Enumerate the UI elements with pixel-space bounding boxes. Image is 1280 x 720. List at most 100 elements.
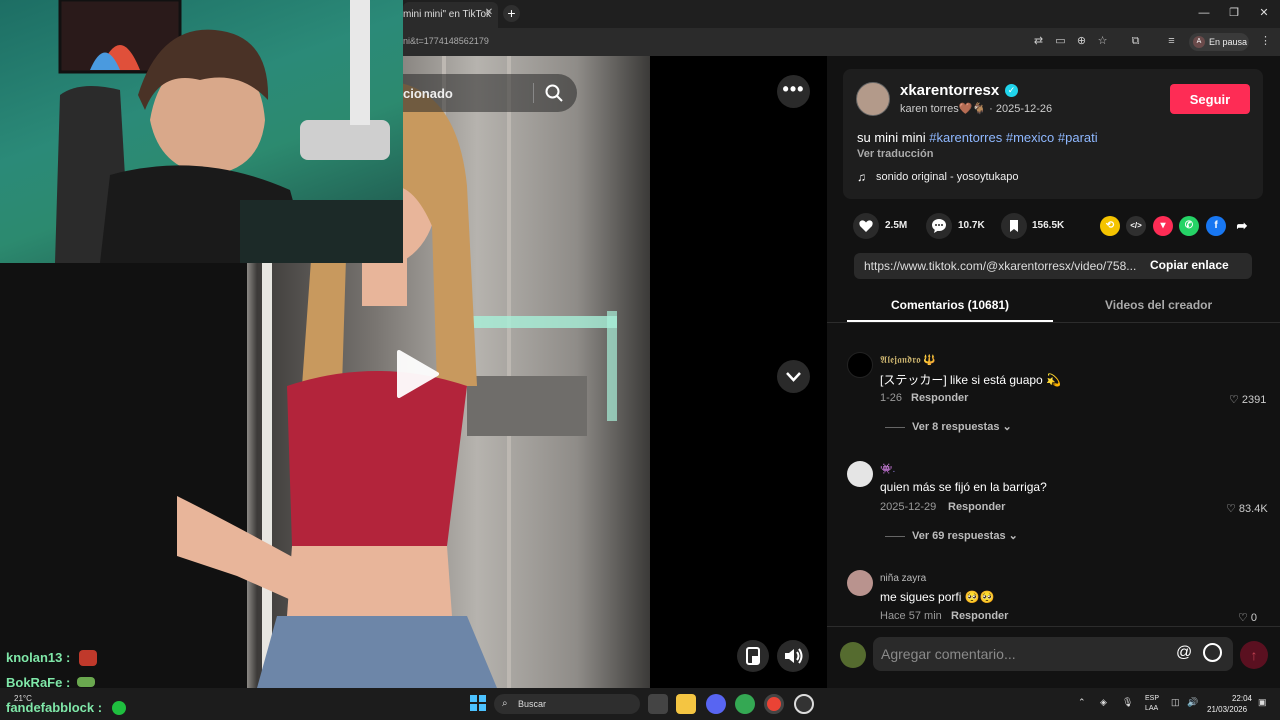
hashtag-link[interactable]: #mexico xyxy=(1006,130,1054,145)
post-date: · 2025-12-26 xyxy=(989,103,1053,115)
see-translation-link[interactable]: Ver traducción xyxy=(857,148,933,160)
network-icon[interactable]: ◈ xyxy=(1100,697,1107,708)
view-replies-label: Ver 69 respuestas xyxy=(912,530,1006,542)
picture-in-picture-button[interactable] xyxy=(737,640,769,672)
view-replies-button[interactable]: Ver 8 respuestas ⌄ xyxy=(912,420,1012,433)
reply-button[interactable]: Responder xyxy=(948,501,1005,513)
save-count: 156.5K xyxy=(1032,220,1065,231)
comment-like-count: 0 xyxy=(1250,612,1258,624)
hashtag-link[interactable]: #parati xyxy=(1058,130,1098,145)
comment-avatar[interactable] xyxy=(847,352,873,378)
wifi-icon[interactable]: ◫ xyxy=(1171,697,1180,708)
search-icon: ⌕ xyxy=(502,698,508,709)
minimize-icon[interactable]: — xyxy=(1197,6,1211,20)
view-replies-label: Ver 8 respuestas xyxy=(912,421,1000,433)
comment-button[interactable] xyxy=(926,213,952,239)
post-caption: su mini mini #karentorres #mexico #parat… xyxy=(857,130,1098,145)
comment-date: 2025-12-29 xyxy=(880,501,937,513)
file-explorer-icon[interactable] xyxy=(676,694,696,714)
video-search-text: cionado xyxy=(403,86,453,101)
author-avatar[interactable] xyxy=(856,82,890,116)
new-tab-icon[interactable]: + xyxy=(503,5,520,22)
keyboard-language[interactable]: ESP xyxy=(1145,695,1159,702)
clock-date[interactable]: 21/03/2026 xyxy=(1207,705,1247,714)
reply-button[interactable]: Responder xyxy=(951,610,1008,622)
user-avatar xyxy=(840,642,866,668)
discord-icon[interactable] xyxy=(706,694,726,714)
caption-text: su mini mini xyxy=(857,130,926,145)
follow-button[interactable]: Seguir xyxy=(1170,84,1250,114)
play-icon[interactable] xyxy=(395,348,441,400)
browser-menu-icon[interactable]: ⋮ xyxy=(1258,34,1273,49)
webcam-overlay xyxy=(0,0,403,263)
repost-icon[interactable]: ⟲ xyxy=(1100,216,1120,236)
tab-comments[interactable]: Comentarios (10681) xyxy=(891,298,1009,312)
media-control-icon[interactable]: ≡ xyxy=(1164,34,1179,49)
tray-chevron-icon[interactable]: ⌃ xyxy=(1078,697,1086,708)
embed-icon[interactable]: </> xyxy=(1126,216,1146,236)
zoom-icon[interactable]: ⊕ xyxy=(1074,34,1089,49)
url-text[interactable]: ni&t=1774148562179 xyxy=(403,36,489,46)
music-title[interactable]: sonido original - yosoytukapo xyxy=(876,171,1018,183)
view-replies-button[interactable]: Ver 69 respuestas ⌄ xyxy=(912,529,1018,542)
comment-username[interactable]: 𝕬𝖑𝖊𝖏𝖆𝖓𝖉𝖗𝖔 🔱 xyxy=(880,355,936,366)
facebook-icon[interactable]: f xyxy=(1206,216,1226,236)
copy-link-button[interactable]: Copiar enlace xyxy=(1150,258,1229,272)
comment-username[interactable]: 👾. xyxy=(880,464,895,475)
music-note-icon: ♫ xyxy=(857,170,866,184)
comment-like-button[interactable]: ♡ 0 xyxy=(1238,611,1257,624)
next-video-button[interactable] xyxy=(777,360,810,393)
hashtag-link[interactable]: #karentorres xyxy=(929,130,1002,145)
chrome-icon[interactable] xyxy=(735,694,755,714)
author-subline: karen torres🤎🐐 · 2025-12-26 xyxy=(900,102,1052,115)
search-icon[interactable] xyxy=(545,84,563,102)
browser-tab-bar xyxy=(403,0,1280,28)
emoji-icon[interactable] xyxy=(1203,643,1222,662)
volume-button[interactable] xyxy=(777,640,809,672)
comment-like-count: 2391 xyxy=(1241,394,1267,406)
like-button[interactable] xyxy=(853,213,879,239)
comment-avatar[interactable] xyxy=(847,570,873,596)
send-to-friends-icon[interactable]: ▾ xyxy=(1153,216,1173,236)
comment-like-button[interactable]: ♡ 2391 xyxy=(1229,393,1266,406)
send-comment-button[interactable]: ↑ xyxy=(1240,641,1268,669)
active-tab-indicator xyxy=(847,320,1053,322)
taskbar-search-label: Buscar xyxy=(518,699,547,709)
whatsapp-icon[interactable]: ✆ xyxy=(1179,216,1199,236)
comment-avatar[interactable] xyxy=(847,461,873,487)
translate-icon[interactable]: ⇄ xyxy=(1031,34,1046,49)
windows-start-icon[interactable] xyxy=(470,695,486,711)
bookmark-star-icon[interactable]: ☆ xyxy=(1095,34,1110,49)
comment-like-button[interactable]: ♡ 83.4K xyxy=(1226,502,1268,515)
author-username[interactable]: xkarentorresx xyxy=(900,82,999,99)
profile-status-label: En pausa xyxy=(1209,37,1248,47)
search-divider xyxy=(533,83,534,103)
save-button[interactable] xyxy=(1001,213,1027,239)
clock-time[interactable]: 22:04 xyxy=(1222,694,1252,703)
close-window-icon[interactable]: ✕ xyxy=(1257,6,1271,20)
comment-count: 10.7K xyxy=(958,220,985,231)
chevron-down-icon: ⌄ xyxy=(1002,421,1012,433)
notification-icon[interactable]: ▣ xyxy=(1258,697,1267,708)
share-link-text[interactable]: https://www.tiktok.com/@xkarentorresx/vi… xyxy=(864,259,1146,273)
comment-username[interactable]: niña zayra xyxy=(880,573,926,584)
mic-icon[interactable]: 🎙 xyxy=(1122,697,1133,708)
speaker-icon[interactable]: 🔊 xyxy=(1187,697,1198,708)
reply-button[interactable]: Responder xyxy=(911,392,968,404)
mention-icon[interactable]: @ xyxy=(1176,644,1192,662)
tab-creator-videos[interactable]: Videos del creador xyxy=(1105,298,1212,312)
more-options-button[interactable]: ••• xyxy=(777,75,810,108)
comment-date: Hace 57 min xyxy=(880,610,942,622)
restore-icon[interactable]: ❐ xyxy=(1227,6,1241,20)
task-view-icon[interactable] xyxy=(648,694,668,714)
chrome-active-icon[interactable] xyxy=(764,694,784,714)
replies-line xyxy=(885,427,905,428)
obs-icon[interactable] xyxy=(794,694,814,714)
cast-icon[interactable]: ▭ xyxy=(1053,34,1068,49)
taskbar-search[interactable] xyxy=(494,694,640,714)
tab-close-icon[interactable]: ✕ xyxy=(483,7,495,19)
extensions-icon[interactable]: ⧉ xyxy=(1128,34,1143,49)
replies-line xyxy=(885,536,905,537)
share-more-icon[interactable]: ➦ xyxy=(1232,216,1252,236)
chat-username: fandefabblock : xyxy=(6,700,103,715)
